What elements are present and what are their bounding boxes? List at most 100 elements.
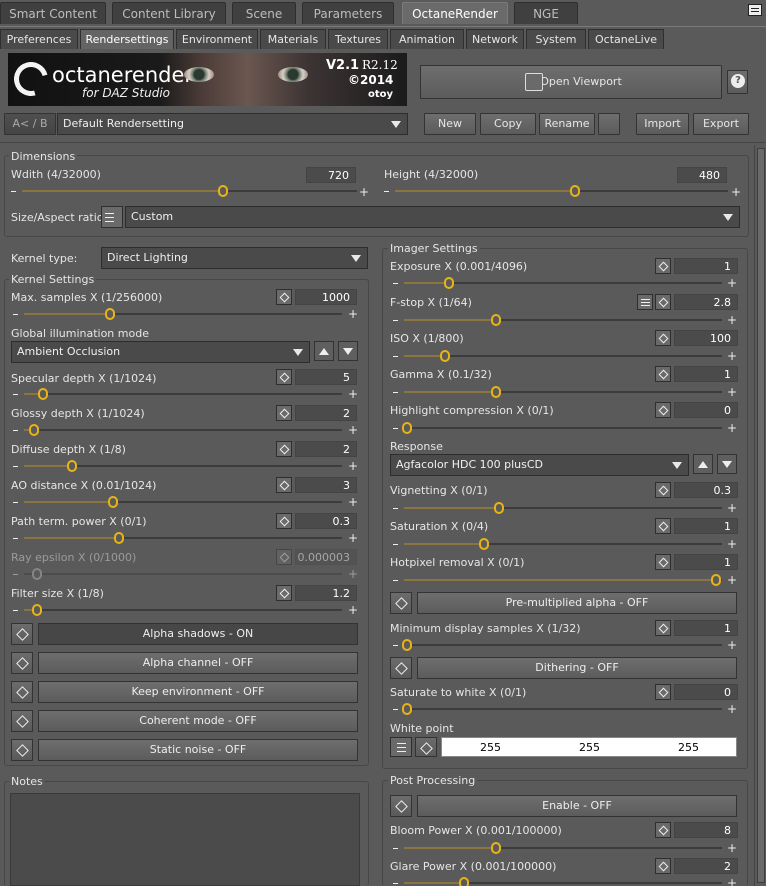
- iso-reset[interactable]: [655, 330, 671, 346]
- glossy-depth-reset[interactable]: [276, 405, 292, 421]
- dithering-toggle[interactable]: Dithering - OFF: [417, 657, 737, 679]
- glare-increase-icon[interactable]: +: [727, 877, 737, 886]
- aspect-dropdown[interactable]: Custom: [125, 206, 740, 228]
- keep-env-reset[interactable]: [11, 681, 33, 703]
- fstop-field[interactable]: 2.8: [674, 294, 738, 310]
- tab-system[interactable]: System: [526, 29, 586, 49]
- max-samples-reset[interactable]: [276, 289, 292, 305]
- max-samples-decrease-icon[interactable]: [13, 314, 18, 315]
- hotpixel-increase-icon[interactable]: +: [727, 574, 737, 586]
- vignetting-reset[interactable]: [655, 482, 671, 498]
- help-button[interactable]: ?: [727, 70, 748, 94]
- tab-textures[interactable]: Textures: [328, 29, 388, 49]
- ao-distance-field[interactable]: 3: [295, 477, 357, 493]
- specular-decrease-icon[interactable]: [13, 394, 18, 395]
- gamma-increase-icon[interactable]: +: [727, 386, 737, 398]
- tab-scene[interactable]: Scene: [232, 2, 296, 24]
- filter-increase-icon[interactable]: +: [348, 604, 358, 616]
- premultiplied-alpha-toggle[interactable]: Pre-multiplied alpha - OFF: [417, 592, 737, 614]
- ao-decrease-icon[interactable]: [13, 502, 18, 503]
- aspect-list-icon[interactable]: [101, 206, 123, 228]
- min-samples-increase-icon[interactable]: +: [727, 639, 737, 651]
- tab-preferences[interactable]: Preferences: [0, 29, 78, 49]
- static-noise-toggle[interactable]: Static noise - OFF: [38, 739, 358, 761]
- coherent-mode-toggle[interactable]: Coherent mode - OFF: [38, 710, 358, 732]
- bloom-increase-icon[interactable]: +: [727, 842, 737, 854]
- copy-button[interactable]: Copy: [480, 113, 536, 135]
- vertical-scrollbar[interactable]: [754, 145, 766, 886]
- fstop-list-icon[interactable]: [637, 294, 653, 310]
- path-term-reset[interactable]: [276, 513, 292, 529]
- alpha-shadows-reset[interactable]: [11, 623, 33, 645]
- scrollbar-thumb[interactable]: [757, 148, 765, 883]
- path-term-slider[interactable]: [24, 532, 342, 544]
- tab-octanelive[interactable]: OctaneLive: [588, 29, 664, 49]
- tab-rendersettings[interactable]: Rendersettings: [80, 29, 174, 49]
- alpha-channel-toggle[interactable]: Alpha channel - OFF: [38, 652, 358, 674]
- fstop-slider[interactable]: [404, 314, 722, 326]
- highlight-reset[interactable]: [655, 402, 671, 418]
- tab-nge[interactable]: NGE: [514, 2, 578, 24]
- tab-parameters[interactable]: Parameters: [302, 2, 394, 24]
- saturate-white-decrease-icon[interactable]: [393, 709, 398, 710]
- saturation-reset[interactable]: [655, 518, 671, 534]
- new-button[interactable]: New: [424, 113, 476, 135]
- filter-size-reset[interactable]: [276, 585, 292, 601]
- fstop-decrease-icon[interactable]: [393, 320, 398, 321]
- max-samples-field[interactable]: 1000: [295, 289, 357, 305]
- alpha-shadows-toggle[interactable]: Alpha shadows - ON: [38, 623, 358, 645]
- glossy-decrease-icon[interactable]: [13, 430, 18, 431]
- keep-environment-toggle[interactable]: Keep environment - OFF: [38, 681, 358, 703]
- import-button[interactable]: Import: [636, 113, 689, 135]
- vignetting-field[interactable]: 0.3: [674, 482, 738, 498]
- open-viewport-button[interactable]: Open Viewport: [420, 65, 722, 99]
- gamma-reset[interactable]: [655, 366, 671, 382]
- exposure-increase-icon[interactable]: +: [727, 277, 737, 289]
- gamma-decrease-icon[interactable]: [393, 392, 398, 393]
- hotpixel-reset[interactable]: [655, 554, 671, 570]
- highlight-increase-icon[interactable]: +: [727, 422, 737, 434]
- white-point-list-icon[interactable]: [390, 737, 412, 757]
- response-down-arrow-icon[interactable]: [717, 454, 737, 474]
- specular-increase-icon[interactable]: +: [348, 388, 358, 400]
- exposure-slider[interactable]: [404, 277, 722, 289]
- specular-depth-reset[interactable]: [276, 369, 292, 385]
- width-field[interactable]: 720: [306, 167, 356, 183]
- exposure-field[interactable]: 1: [674, 258, 738, 274]
- preset-dropdown[interactable]: Default Rendersetting: [57, 113, 408, 135]
- gi-mode-dropdown[interactable]: Ambient Occlusion: [11, 341, 310, 363]
- alpha-channel-reset[interactable]: [11, 652, 33, 674]
- path-decrease-icon[interactable]: [13, 538, 18, 539]
- gi-down-arrow-icon[interactable]: [338, 341, 358, 361]
- tab-network[interactable]: Network: [466, 29, 524, 49]
- diffuse-depth-field[interactable]: 2: [295, 441, 357, 457]
- glossy-depth-field[interactable]: 2: [295, 405, 357, 421]
- export-button[interactable]: Export: [693, 113, 749, 135]
- panel-menu-icon[interactable]: [748, 4, 762, 16]
- height-slider[interactable]: [395, 185, 728, 197]
- height-increase-icon[interactable]: +: [731, 186, 741, 198]
- dithering-reset[interactable]: [390, 657, 412, 679]
- glare-decrease-icon[interactable]: [393, 883, 398, 884]
- highlight-decrease-icon[interactable]: [393, 428, 398, 429]
- highlight-field[interactable]: 0: [674, 402, 738, 418]
- vignetting-decrease-icon[interactable]: [393, 508, 398, 509]
- response-up-arrow-icon[interactable]: [693, 454, 713, 474]
- hotpixel-slider[interactable]: [404, 574, 722, 586]
- specular-depth-field[interactable]: 5: [295, 369, 357, 385]
- tab-smart-content[interactable]: Smart Content: [0, 2, 106, 24]
- fstop-increase-icon[interactable]: +: [727, 314, 737, 326]
- iso-field[interactable]: 100: [674, 330, 738, 346]
- hotpixel-decrease-icon[interactable]: [393, 580, 398, 581]
- saturate-white-reset[interactable]: [655, 684, 671, 700]
- saturate-white-increase-icon[interactable]: +: [727, 703, 737, 715]
- notes-textarea[interactable]: [10, 793, 360, 886]
- width-decrease-icon[interactable]: [11, 191, 16, 192]
- width-increase-icon[interactable]: +: [359, 186, 369, 198]
- tab-environment[interactable]: Environment: [176, 29, 258, 49]
- highlight-slider[interactable]: [402, 422, 722, 434]
- saturation-increase-icon[interactable]: +: [727, 538, 737, 550]
- premult-reset[interactable]: [390, 592, 412, 614]
- bloom-decrease-icon[interactable]: [393, 848, 398, 849]
- post-enable-reset[interactable]: [390, 795, 412, 817]
